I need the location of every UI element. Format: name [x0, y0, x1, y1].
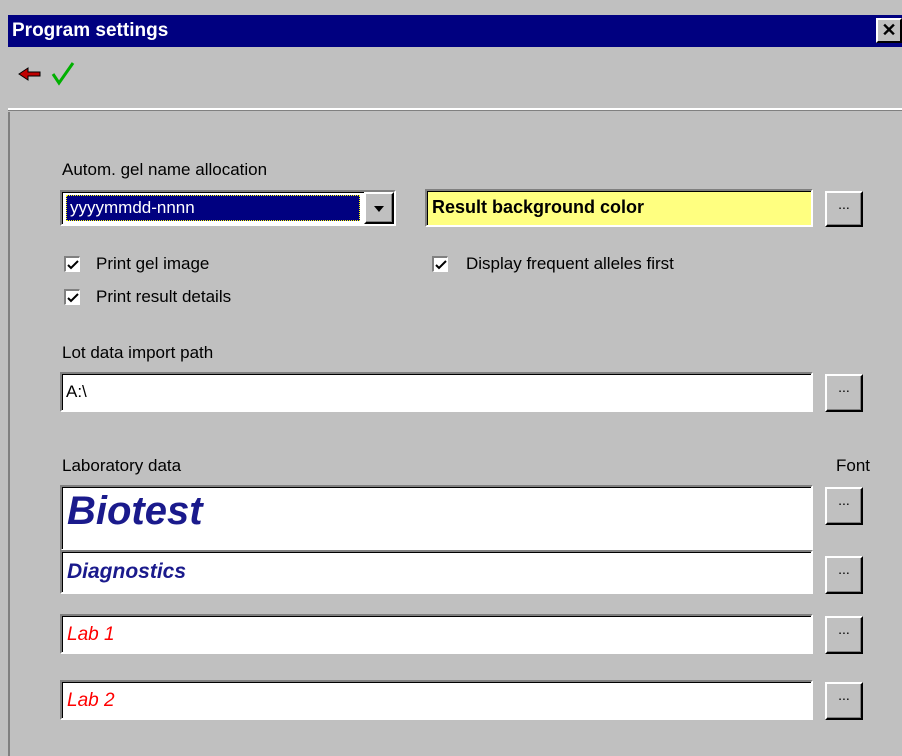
close-button[interactable]: ✕ [876, 18, 902, 43]
lab-line-3-input[interactable]: Lab 1 [60, 614, 813, 654]
browse-label: ... [838, 687, 850, 703]
chevron-down-icon [374, 206, 384, 212]
lab-line-4-font-button[interactable]: ... [825, 682, 863, 720]
check-icon [435, 260, 447, 270]
lab-line-3-value: Lab 1 [67, 624, 115, 645]
result-color-browse-button[interactable]: ... [825, 191, 863, 227]
print-gel-image-checkbox[interactable] [64, 256, 80, 272]
browse-label: ... [838, 621, 850, 637]
panel-edge [8, 112, 10, 756]
browse-label: ... [838, 492, 850, 508]
gel-name-value: yyyymmdd-nnnn [70, 198, 195, 217]
browse-label: ... [838, 561, 850, 577]
print-result-details-checkbox[interactable] [64, 289, 80, 305]
gel-name-selection: yyyymmdd-nnnn [66, 195, 360, 221]
display-frequent-alleles-label: Display frequent alleles first [466, 254, 674, 273]
lab-line-1-input[interactable]: Biotest [60, 485, 813, 551]
check-icon [67, 293, 79, 303]
lot-data-browse-button[interactable]: ... [825, 374, 863, 412]
lab-line-3-font-button[interactable]: ... [825, 616, 863, 654]
lab-line-4-value: Lab 2 [67, 690, 115, 711]
back-arrow-icon [18, 67, 41, 81]
title-bar: Program settings ✕ [8, 15, 902, 47]
result-color-label: Result background color [432, 197, 645, 217]
checkmark-icon [51, 62, 75, 86]
print-gel-image-label: Print gel image [96, 254, 210, 273]
toolbar [8, 47, 902, 110]
lab-line-2-input[interactable]: Diagnostics [60, 550, 813, 594]
gel-name-select[interactable]: yyyymmdd-nnnn [60, 190, 396, 226]
browse-label: ... [838, 379, 850, 395]
check-icon [67, 260, 79, 270]
print-result-details-label: Print result details [96, 287, 232, 306]
lab-line-2-value: Diagnostics [67, 560, 187, 583]
lab-line-4-input[interactable]: Lab 2 [60, 680, 813, 720]
gel-name-label: Autom. gel name allocation [62, 160, 268, 179]
laboratory-data-label: Laboratory data [62, 456, 182, 475]
lab-line-1-font-button[interactable]: ... [825, 487, 863, 525]
display-frequent-alleles-checkbox[interactable] [432, 256, 448, 272]
close-icon: ✕ [881, 20, 897, 40]
font-label: Font [836, 456, 871, 475]
ok-button[interactable] [48, 59, 78, 89]
lab-line-2-font-button[interactable]: ... [825, 556, 863, 594]
window-frame [0, 0, 8, 756]
browse-label: ... [838, 196, 850, 212]
lot-data-path-value: A:\ [66, 382, 87, 401]
back-button[interactable] [16, 59, 46, 89]
window-title: Program settings [12, 20, 169, 41]
result-color-swatch: Result background color [425, 189, 813, 227]
lot-data-label: Lot data import path [62, 343, 214, 362]
lab-line-1-value: Biotest [67, 489, 203, 533]
dropdown-button[interactable] [364, 192, 394, 224]
lot-data-path-input[interactable]: A:\ [60, 372, 813, 412]
